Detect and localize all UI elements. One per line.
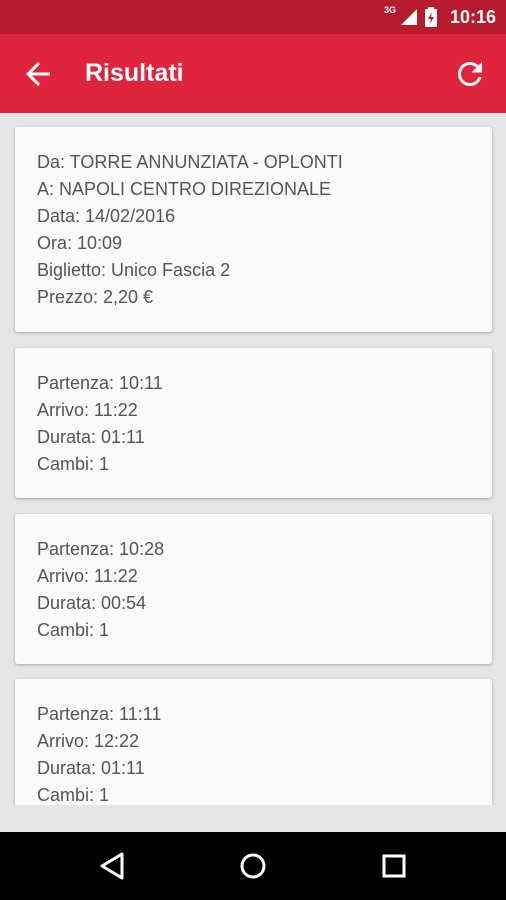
result-departure: Partenza: 10:11 [37, 373, 163, 393]
summary-date: Data: 14/02/2016 [37, 206, 176, 226]
summary-from: Da: TORRE ANNUNZIATA - OPLONTI [37, 152, 343, 172]
summary-card: Da: TORRE ANNUNZIATA - OPLONTI A: NAPOLI… [15, 127, 492, 332]
summary-to: A: NAPOLI CENTRO DIREZIONALE [37, 179, 332, 199]
result-changes: Cambi: 1 [37, 454, 110, 474]
result-card[interactable]: Partenza: 11:11 Arrivo: 12:22 Durata: 01… [15, 679, 492, 805]
circle-home-icon[interactable] [237, 850, 269, 882]
result-duration: Durata: 01:11 [37, 758, 145, 778]
status-bar: 3G 10:16 [0, 0, 506, 34]
system-nav-bar [0, 832, 506, 900]
status-icons: 3G 10:16 [384, 0, 496, 34]
result-departure: Partenza: 11:11 [37, 704, 162, 724]
result-changes: Cambi: 1 [37, 620, 110, 640]
result-card[interactable]: Partenza: 10:28 Arrivo: 11:22 Durata: 00… [15, 514, 492, 664]
signal-icon [400, 8, 418, 26]
result-arrival: Arrivo: 11:22 [37, 566, 138, 586]
triangle-back-icon[interactable] [96, 850, 128, 882]
result-arrival: Arrivo: 11:22 [37, 400, 138, 420]
results-list[interactable]: Da: TORRE ANNUNZIATA - OPLONTI A: NAPOLI… [0, 113, 506, 805]
result-duration: Durata: 00:54 [37, 593, 147, 613]
arrow-back-icon[interactable] [20, 56, 56, 92]
square-recents-icon[interactable] [378, 850, 410, 882]
summary-ticket: Biglietto: Unico Fascia 2 [37, 260, 231, 280]
result-changes: Cambi: 1 [37, 785, 110, 805]
network-type: 3G [383, 5, 396, 15]
refresh-icon[interactable] [452, 56, 488, 92]
app-bar: Risultati [0, 34, 506, 113]
result-duration: Durata: 01:11 [37, 427, 145, 447]
summary-time: Ora: 10:09 [37, 233, 123, 253]
result-departure: Partenza: 10:28 [37, 539, 165, 559]
battery-icon [424, 7, 438, 27]
status-clock: 10:16 [449, 6, 496, 27]
result-card[interactable]: Partenza: 10:11 Arrivo: 11:22 Durata: 01… [15, 348, 492, 498]
page-title: Risultati [85, 59, 184, 87]
result-arrival: Arrivo: 12:22 [37, 731, 140, 751]
summary-price: Prezzo: 2,20 € [37, 287, 154, 307]
